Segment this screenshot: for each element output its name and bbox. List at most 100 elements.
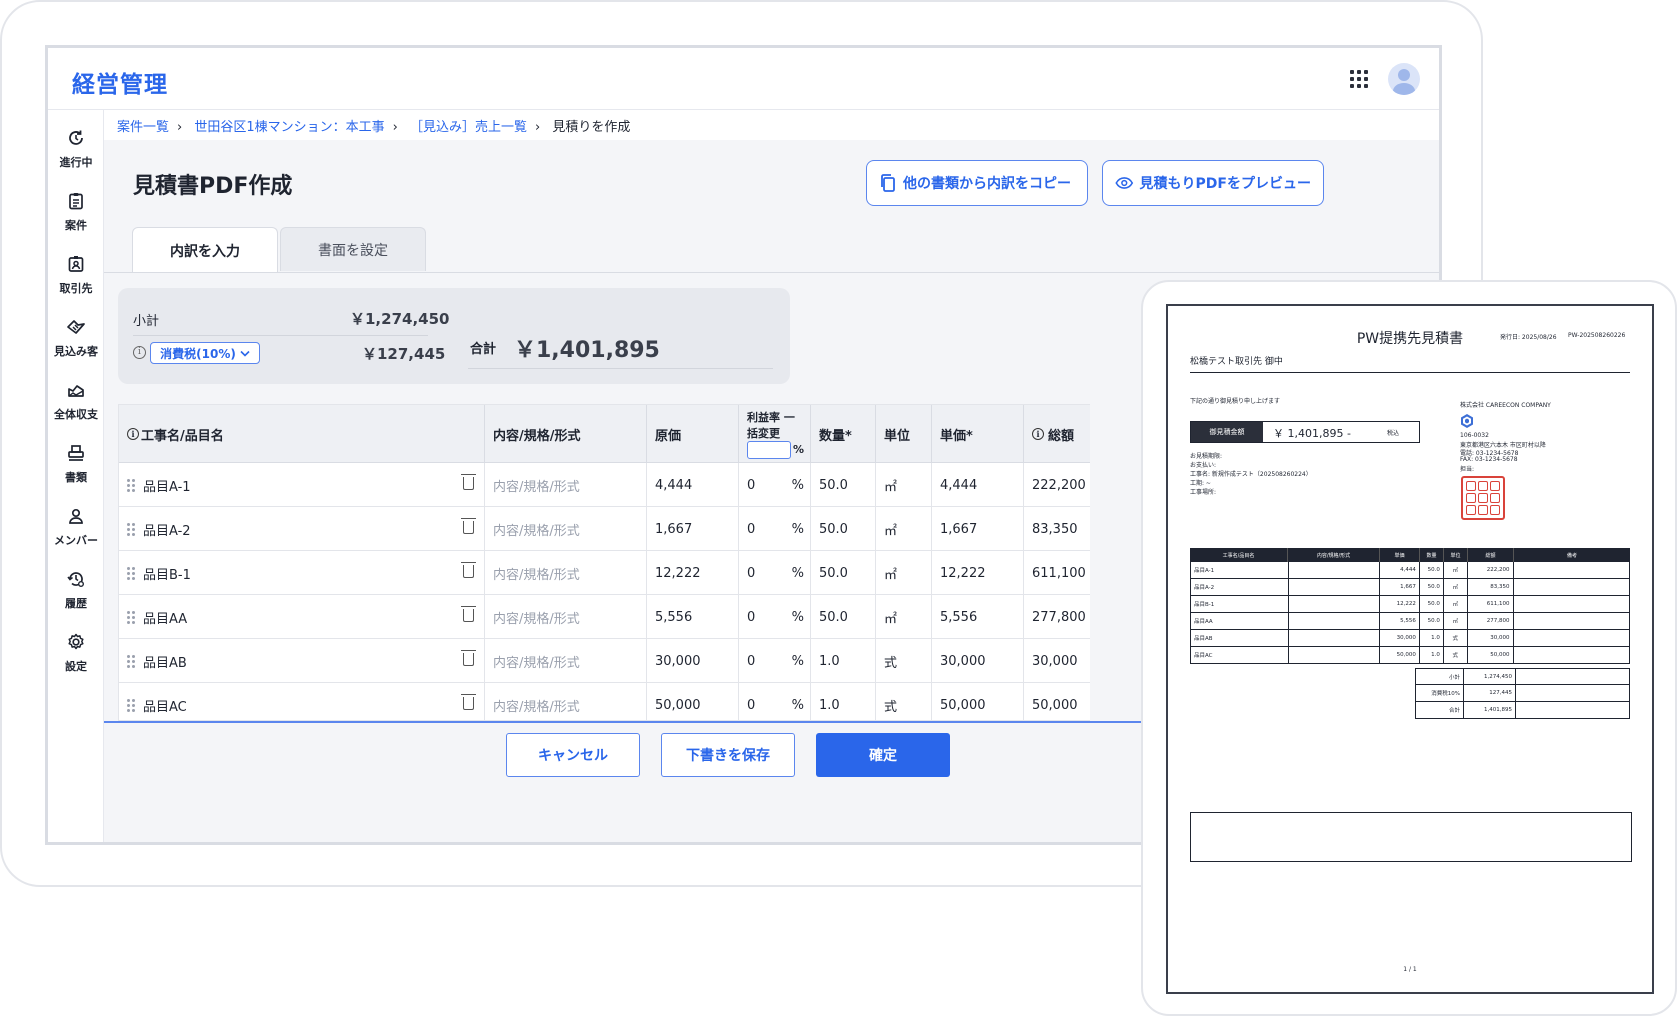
sidebar-item-documents[interactable]: 書類	[48, 443, 104, 485]
qty-input[interactable]: 50.0	[811, 463, 876, 507]
qty-input[interactable]: 50.0	[811, 595, 876, 639]
save-draft-button[interactable]: 下書きを保存	[661, 733, 795, 777]
pdf-amount-value: ￥ 1,401,895 -	[1273, 427, 1351, 440]
unit-select[interactable]: ㎡	[876, 507, 932, 551]
cancel-button[interactable]: キャンセル	[506, 733, 640, 777]
header-total-label: 総額	[1048, 428, 1075, 444]
drag-handle-icon[interactable]	[127, 654, 135, 668]
pdf-total-label: 合計	[1416, 702, 1464, 718]
breadcrumb-link[interactable]: ［見込み］売上一覧	[410, 120, 527, 135]
spec-input[interactable]: 内容/規格/形式	[485, 595, 647, 639]
sidebar-item-clients[interactable]: 取引先	[48, 254, 104, 296]
trash-icon[interactable]	[461, 518, 476, 534]
unit-select[interactable]: ㎡	[876, 551, 932, 595]
profit-rate-input[interactable]: 0%	[739, 683, 811, 720]
pdf-cell	[1289, 647, 1381, 663]
profit-rate-input[interactable]: 0%	[739, 463, 811, 507]
item-name-cell-text: 品目AC	[143, 699, 187, 715]
table-row: 品目A-1 内容/規格/形式 4,444 0% 50.0 ㎡ 4,444 222,200	[119, 463, 1090, 507]
profit-rate-input[interactable]: 0%	[739, 507, 811, 551]
unit-price-input[interactable]: 12,222	[932, 551, 1024, 595]
copy-breakdown-button[interactable]: 他の書類から内訳をコピー	[866, 160, 1088, 206]
unit-price-input[interactable]: 30,000	[932, 639, 1024, 683]
trash-icon[interactable]	[461, 562, 476, 578]
trash-icon[interactable]	[461, 606, 476, 622]
sidebar-item-label: 進行中	[59, 156, 93, 169]
tab-document-settings[interactable]: 書面を設定	[280, 227, 426, 271]
item-name-cell[interactable]: 品目AA	[119, 595, 485, 639]
app-logo[interactable]: 経営管理	[72, 65, 168, 99]
cost-input[interactable]: 4,444	[647, 463, 739, 507]
item-name-cell[interactable]: 品目A-2	[119, 507, 485, 551]
company-logo-icon	[1461, 414, 1473, 428]
header-profit-rate: 利益率 一 括変更 %	[739, 405, 811, 463]
tab-input-breakdown[interactable]: 内訳を入力	[132, 227, 278, 273]
sidebar-item-history[interactable]: 履歴	[48, 569, 104, 611]
cost-input[interactable]: 1,667	[647, 507, 739, 551]
cost-input[interactable]: 30,000	[647, 639, 739, 683]
unit-price-input[interactable]: 4,444	[932, 463, 1024, 507]
info-icon[interactable]: i	[127, 428, 139, 440]
profit-rate-input-text: 0	[747, 565, 756, 581]
spec-input[interactable]: 内容/規格/形式	[485, 639, 647, 683]
pdf-cell	[1289, 630, 1381, 646]
sidebar-item-progress[interactable]: 進行中	[48, 128, 104, 170]
bulk-profit-input[interactable]	[747, 441, 791, 459]
profit-rate-input[interactable]: 0%	[739, 595, 811, 639]
sidebar-item-settings[interactable]: 設定	[48, 632, 104, 674]
pdf-cell: 12,222	[1380, 596, 1420, 612]
info-icon[interactable]: i	[133, 346, 146, 359]
trash-icon[interactable]	[461, 474, 476, 490]
unit-select[interactable]: ㎡	[876, 463, 932, 507]
cost-input[interactable]: 5,556	[647, 595, 739, 639]
sidebar-item-overall-balance[interactable]: 全体収支	[48, 380, 104, 422]
qty-input[interactable]: 50.0	[811, 507, 876, 551]
tax-rate-select[interactable]: 消費税(10%)	[150, 342, 260, 364]
trash-icon[interactable]	[461, 650, 476, 666]
preview-pdf-button[interactable]: 見積もりPDFをプレビュー	[1102, 160, 1324, 206]
breadcrumb-link[interactable]: 世田谷区1棟マンション：本工事	[194, 120, 384, 135]
cost-input[interactable]: 50,000	[647, 683, 739, 720]
unit-price-input[interactable]: 1,667	[932, 507, 1024, 551]
item-name-cell[interactable]: 品目AB	[119, 639, 485, 683]
spec-input[interactable]: 内容/規格/形式	[485, 463, 647, 507]
breadcrumb-link[interactable]: 案件一覧	[117, 120, 169, 135]
unit-price-input[interactable]: 50,000	[932, 683, 1024, 720]
cost-input[interactable]: 12,222	[647, 551, 739, 595]
sidebar-item-members[interactable]: メンバー	[48, 506, 104, 548]
header-name: i 工事名/品目名	[119, 405, 485, 463]
trash-icon[interactable]	[461, 694, 476, 710]
qty-input[interactable]: 1.0	[811, 639, 876, 683]
drag-handle-icon[interactable]	[127, 566, 135, 580]
drag-handle-icon[interactable]	[127, 698, 135, 712]
copy-icon	[881, 174, 895, 192]
qty-input[interactable]: 1.0	[811, 683, 876, 720]
unit-select[interactable]: 式	[876, 683, 932, 720]
unit-select[interactable]: ㎡	[876, 595, 932, 639]
sidebar-item-label: 案件	[65, 219, 87, 232]
info-icon[interactable]: i	[1032, 428, 1044, 440]
profit-rate-input[interactable]: 0%	[739, 639, 811, 683]
confirm-button[interactable]: 確定	[816, 733, 950, 777]
unit-select[interactable]: 式	[876, 639, 932, 683]
item-name-cell[interactable]: 品目A-1	[119, 463, 485, 507]
spec-input[interactable]: 内容/規格/形式	[485, 507, 647, 551]
row-total: 30,000	[1024, 639, 1090, 683]
apps-grid-icon[interactable]	[1350, 70, 1368, 88]
sidebar-item-label: 取引先	[59, 282, 93, 295]
sidebar-item-prospects[interactable]: 見込み客	[48, 317, 104, 359]
spec-input[interactable]: 内容/規格/形式	[485, 551, 647, 595]
sidebar-item-projects[interactable]: 案件	[48, 191, 104, 233]
spec-input[interactable]: 内容/規格/形式	[485, 683, 647, 720]
drag-handle-icon[interactable]	[127, 610, 135, 624]
pdf-cell	[1289, 596, 1381, 612]
drag-handle-icon[interactable]	[127, 522, 135, 536]
profit-rate-input[interactable]: 0%	[739, 551, 811, 595]
unit-price-input[interactable]: 5,556	[932, 595, 1024, 639]
drag-handle-icon[interactable]	[127, 478, 135, 492]
qty-input[interactable]: 50.0	[811, 551, 876, 595]
item-name-cell[interactable]: 品目B-1	[119, 551, 485, 595]
item-name-cell[interactable]: 品目AC	[119, 683, 485, 720]
user-avatar[interactable]	[1388, 63, 1420, 95]
cost-input-text: 30,000	[655, 653, 701, 669]
